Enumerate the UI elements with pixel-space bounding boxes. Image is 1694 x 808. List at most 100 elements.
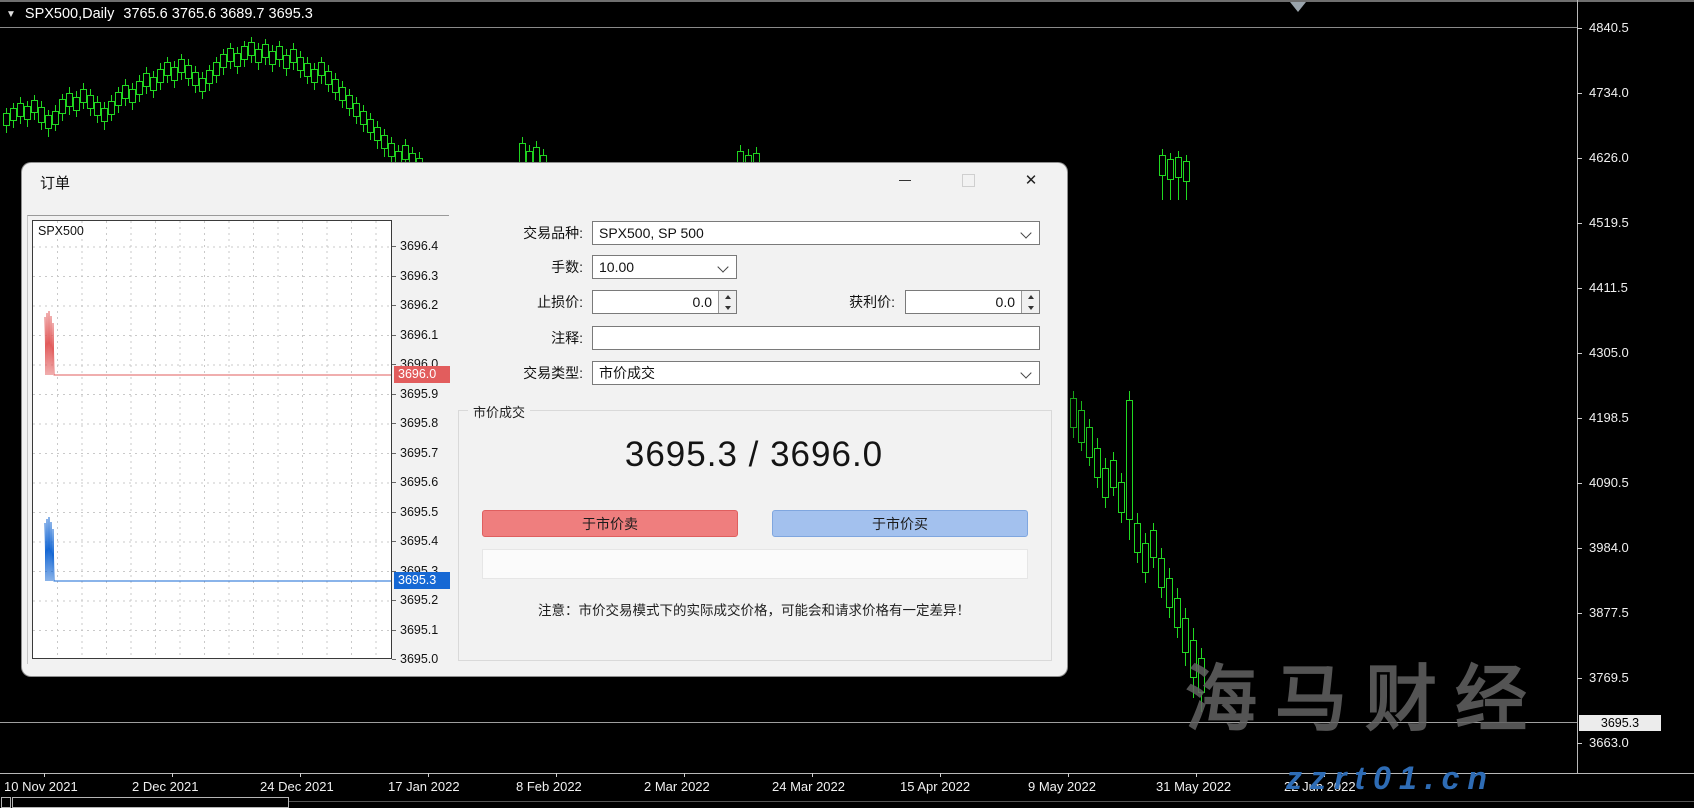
minimize-icon — [899, 180, 911, 181]
candle-body — [59, 99, 66, 114]
price-axis-label: 4090.5 — [1589, 475, 1629, 491]
candle-body — [318, 62, 325, 76]
tick-scale-label: 3695.4 — [400, 533, 452, 549]
spin-down-button[interactable] — [1022, 302, 1039, 313]
candle-body — [388, 143, 395, 157]
candle-body — [248, 42, 255, 56]
take-profit-input[interactable]: 0.0 — [905, 290, 1040, 314]
candle-body — [283, 55, 290, 69]
time-axis-label: 24 Dec 2021 — [260, 779, 334, 794]
tick-scale-tick — [392, 453, 396, 454]
close-icon: ✕ — [1025, 173, 1038, 188]
tick-scale-tick — [392, 305, 396, 306]
tick-scale-label: 3695.1 — [400, 622, 452, 638]
time-axis-label: 2 Mar 2022 — [644, 779, 710, 794]
candle-body — [269, 51, 276, 65]
time-axis-tick — [556, 773, 557, 777]
tick-scale-label: 3695.0 — [400, 651, 452, 667]
price-axis-tick — [1577, 93, 1582, 94]
candle-body — [192, 72, 199, 86]
metatrader-window: ▼ SPX500,Daily 3765.6 3765.6 3689.7 3695… — [0, 0, 1694, 808]
price-axis-tick — [1577, 483, 1582, 484]
candle-body — [52, 111, 59, 125]
candle-body — [1167, 159, 1174, 180]
candle-body — [360, 111, 367, 125]
candle-body — [1158, 558, 1165, 588]
volume-select[interactable]: 10.00 — [592, 255, 737, 279]
time-axis-label: 24 Mar 2022 — [772, 779, 845, 794]
chevron-down-icon — [1020, 227, 1031, 238]
candle-body — [1183, 161, 1190, 182]
symbol-select[interactable]: SPX500, SP 500 — [592, 221, 1040, 245]
candle-body — [101, 108, 108, 122]
scrollbar-thumb[interactable] — [12, 797, 289, 808]
candle-body — [220, 54, 227, 68]
price-axis-label: 4840.5 — [1589, 20, 1629, 36]
tick-chart-plot[interactable]: SPX500 — [32, 220, 392, 659]
time-axis-tick — [172, 773, 173, 777]
tick-scale-tick — [392, 512, 396, 513]
candle-body — [199, 78, 206, 92]
candle-body — [1086, 427, 1093, 458]
watermark-url: zzrt01.cn — [1286, 760, 1495, 797]
candle-body — [171, 67, 178, 81]
tick-scale-label: 3695.9 — [400, 386, 452, 402]
dialog-title: 订单 — [40, 172, 70, 193]
tick-scale-tick — [392, 246, 396, 247]
candle-body — [304, 63, 311, 77]
candle-body — [3, 113, 10, 126]
candle-body — [1070, 398, 1077, 428]
candle-body — [45, 115, 52, 129]
candle-body — [1118, 482, 1125, 513]
candle-body — [17, 103, 24, 117]
price-axis-tick — [1577, 28, 1582, 29]
chart-shift-marker-icon[interactable] — [1290, 2, 1306, 12]
comment-input[interactable] — [592, 326, 1040, 350]
time-axis-tick — [812, 773, 813, 777]
tick-scale-tick — [392, 482, 396, 483]
price-axis-label: 4411.5 — [1589, 280, 1628, 296]
candle-body — [332, 79, 339, 93]
tick-scale-tick — [392, 541, 396, 542]
take-profit-value: 0.0 — [996, 294, 1015, 310]
candle-body — [1110, 460, 1117, 488]
trade-type-select[interactable]: 市价成交 — [592, 361, 1040, 385]
close-button[interactable]: ✕ — [1013, 167, 1049, 193]
price-axis-label: 4734.0 — [1589, 85, 1629, 101]
candle-body — [206, 70, 213, 84]
time-axis-tick — [428, 773, 429, 777]
candle-body — [1078, 410, 1085, 443]
take-profit-label: 获利价: — [722, 290, 895, 314]
candle-body — [178, 59, 185, 73]
order-dialog: 订单 ✕ SPX500 3696.43696.33696.23696.13696… — [22, 163, 1067, 676]
tick-scale-label: 3695.6 — [400, 474, 452, 490]
buy-by-market-button[interactable]: 于市价买 — [772, 510, 1028, 537]
price-axis-tick — [1577, 743, 1582, 744]
price-axis[interactable]: 4840.54734.04626.04519.54411.54305.04198… — [1577, 0, 1694, 773]
tick-scale-label: 3695.8 — [400, 415, 452, 431]
price-axis-tick — [1577, 548, 1582, 549]
symbol-dropdown-icon[interactable]: ▼ — [6, 9, 16, 20]
price-axis-label: 3984.0 — [1589, 540, 1629, 556]
stop-loss-input[interactable]: 0.0 — [592, 290, 737, 314]
candle-body — [157, 69, 164, 83]
price-axis-label: 3769.5 — [1589, 670, 1629, 686]
scrollbar-end-box[interactable] — [1, 797, 11, 808]
candle-body — [346, 95, 353, 109]
sell-by-market-button[interactable]: 于市价卖 — [482, 510, 738, 537]
candle-body — [234, 53, 241, 67]
take-profit-spinner[interactable] — [1021, 291, 1039, 313]
candle-body — [262, 44, 269, 58]
candle-body — [1134, 523, 1141, 553]
candle-body — [185, 65, 192, 79]
candle-body — [1166, 578, 1173, 608]
arrow-down-icon — [1028, 306, 1034, 310]
scrollbar-rail[interactable] — [289, 801, 1694, 802]
candle-body — [143, 73, 150, 87]
time-axis-tick — [940, 773, 941, 777]
minimize-button[interactable] — [887, 167, 923, 193]
candle-body — [367, 119, 374, 133]
trade-type-value: 市价成交 — [599, 365, 655, 381]
watermark-brand: 海马财经 — [1185, 640, 1545, 745]
maximize-button[interactable] — [950, 167, 986, 193]
